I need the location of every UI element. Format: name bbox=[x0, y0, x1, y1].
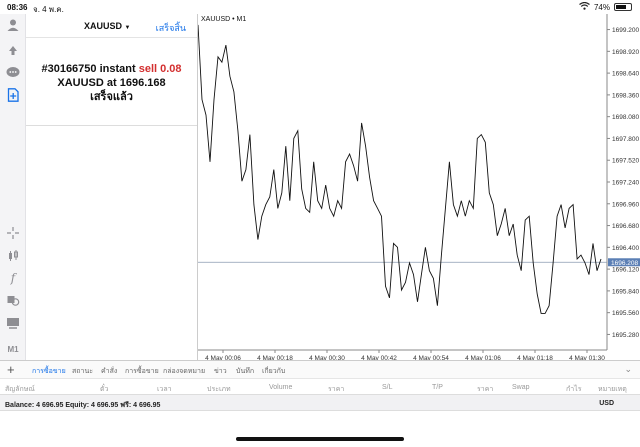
y-tick-label: 1697.800 bbox=[612, 136, 639, 143]
chart-canvas[interactable]: 1699.200 1698.920 1698.640 1698.360 1698.080… bbox=[198, 14, 640, 361]
fill-price: 1696.168 bbox=[119, 77, 166, 89]
wifi-icon bbox=[579, 1, 590, 12]
y-tick-label: 1696.120 bbox=[612, 267, 639, 274]
symbol-selector[interactable]: XAUUSD ▼ bbox=[84, 21, 130, 31]
y-tick-label: 1697.240 bbox=[612, 180, 639, 187]
objects-icon[interactable] bbox=[5, 292, 21, 308]
add-icon[interactable]: + bbox=[7, 362, 15, 377]
col-swap: Swap bbox=[512, 384, 530, 391]
y-tick-label: 1698.360 bbox=[612, 92, 639, 99]
crosshair-icon[interactable] bbox=[5, 225, 21, 241]
y-tick-label: 1696.960 bbox=[612, 201, 639, 208]
home-indicator[interactable] bbox=[236, 437, 404, 441]
balance-bar: Balance: 4 696.95 Equity: 4 696.95 ฟรี: … bbox=[0, 394, 640, 411]
y-tick-label: 1698.640 bbox=[612, 71, 639, 78]
y-tick-label: 1699.200 bbox=[612, 27, 639, 34]
chart-title: XAUUSD • M1 bbox=[201, 16, 247, 23]
y-tick-label: 1697.520 bbox=[612, 158, 639, 165]
completed-status: เสร็จแล้ว bbox=[90, 91, 133, 103]
chat-icon[interactable] bbox=[5, 65, 21, 81]
function-icon[interactable]: f bbox=[5, 270, 21, 286]
col-sl: S/L bbox=[382, 384, 393, 391]
timeframe-icon[interactable]: M1 bbox=[5, 341, 21, 357]
tab-orders[interactable]: คำสั่ง bbox=[101, 366, 117, 377]
order-ticket: #30166750 instant bbox=[41, 63, 139, 75]
order-panel: XAUUSD ▼ เสร็จสิ้น #30166750 instant sel… bbox=[26, 14, 197, 126]
tab-journal[interactable]: บันทึก bbox=[236, 366, 254, 377]
chevron-down-icon: ▼ bbox=[124, 25, 131, 31]
y-tick-label: 1695.840 bbox=[612, 288, 639, 295]
price-prefix: XAUUSD at bbox=[57, 77, 120, 89]
y-tick-label: 1695.560 bbox=[612, 310, 639, 317]
y-tick-label: 1698.920 bbox=[612, 49, 639, 56]
current-price-label: 1696.208 bbox=[611, 260, 638, 267]
price-chart[interactable]: 1699.200 1698.920 1698.640 1698.360 1698.080… bbox=[197, 14, 640, 361]
trade-icon[interactable] bbox=[5, 41, 21, 57]
balance-summary: Balance: 4 696.95 Equity: 4 696.95 ฟรี: … bbox=[5, 402, 161, 409]
price-series-line bbox=[198, 24, 602, 314]
order-side: sell 0.08 bbox=[138, 63, 182, 75]
tab-news[interactable]: ข่าว bbox=[214, 366, 227, 377]
col-tp: T/P bbox=[432, 384, 443, 391]
clock: 08:36 bbox=[7, 3, 28, 12]
y-tick-label: 1696.680 bbox=[612, 223, 639, 230]
tab-mailbox[interactable]: กล่องจดหมาย bbox=[163, 366, 205, 377]
account-currency: USD bbox=[599, 400, 614, 407]
y-tick-label: 1696.400 bbox=[612, 245, 639, 252]
new-document-icon[interactable] bbox=[5, 87, 21, 103]
templates-icon[interactable] bbox=[5, 315, 21, 331]
battery-icon bbox=[614, 3, 632, 11]
chevron-down-icon[interactable]: ⌄ bbox=[624, 364, 632, 375]
battery-percent: 74% bbox=[593, 2, 610, 12]
tool-rail: f M1 bbox=[0, 14, 26, 360]
y-tick-label: 1698.080 bbox=[612, 114, 639, 121]
done-button[interactable]: เสร็จสิ้น bbox=[156, 21, 186, 35]
candles-icon[interactable] bbox=[5, 248, 21, 264]
status-right: 74% bbox=[579, 1, 632, 12]
status-bar: 08:36 จ. 4 พ.ค. 74% bbox=[0, 0, 640, 14]
tab-about[interactable]: เกี่ยวกับ bbox=[262, 366, 285, 377]
price-line: XAUUSD at 1696.168 bbox=[26, 76, 197, 90]
tab-history[interactable]: การซื้อขาย bbox=[125, 366, 159, 377]
y-tick-label: 1695.280 bbox=[612, 332, 639, 339]
tab-positions[interactable]: สถานะ bbox=[72, 366, 93, 377]
order-result: #30166750 instant sell 0.08 XAUUSD at 16… bbox=[26, 62, 197, 104]
profile-icon[interactable] bbox=[5, 17, 21, 33]
col-volume: Volume bbox=[269, 384, 293, 391]
trade-table-header: สัญลักษณ์ ตั๋ว เวลา ประเภท Volume ราคา S… bbox=[0, 378, 640, 394]
order-panel-header: XAUUSD ▼ เสร็จสิ้น bbox=[26, 14, 197, 38]
symbol-label: XAUUSD bbox=[84, 21, 123, 31]
order-line: #30166750 instant sell 0.08 bbox=[26, 62, 197, 76]
toolbox-tabs: + การซื้อขาย สถานะ คำสั่ง การซื้อขาย กล่… bbox=[0, 361, 640, 379]
